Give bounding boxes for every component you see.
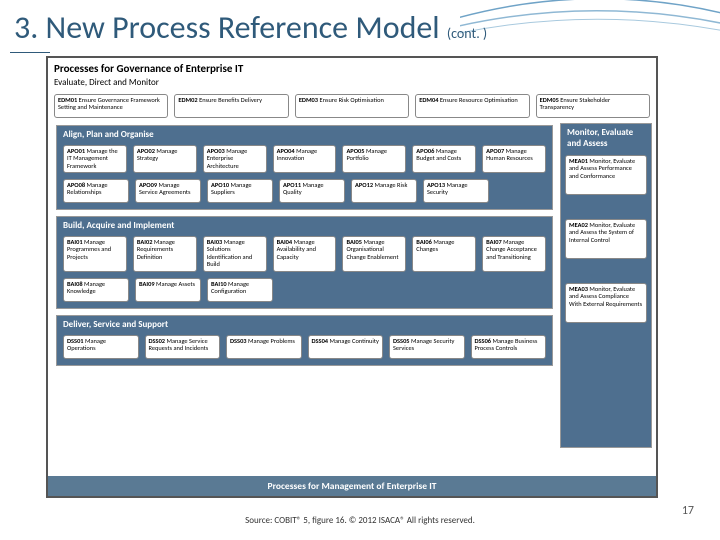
process-box: APO04 Manage Innovation [273,145,337,173]
process-model-diagram: Processes for Governance of Enterprise I… [46,56,658,498]
process-box: APO08 Manage Relationships [63,179,129,203]
process-box: BAI07 Manage Change Acceptance and Trans… [482,236,546,271]
apo-row1: APO01 Manage the IT Management Framework… [57,142,552,176]
bai-row2: BAI08 Manage KnowledgeBAI09 Manage Asset… [57,275,552,308]
governance-header: Processes for Governance of Enterprise I… [48,58,656,77]
edm-subtitle: Evaluate, Direct and Monitor [48,77,656,91]
process-box: APO03 Manage Enterprise Architecture [203,145,267,173]
process-box: BAI06 Manage Changes [412,236,476,271]
process-box: EDM04 Ensure Resource Optimisation [415,94,529,118]
process-box: APO10 Manage Suppliers [207,179,273,203]
process-box: DSS04 Manage Continuity [308,335,384,359]
process-box: EDM01 Ensure Governance Framework Settin… [54,94,168,118]
process-box: APO06 Manage Budget and Costs [412,145,476,173]
process-box: MEA01 Monitor, Evaluate and Assess Perfo… [565,155,647,195]
process-box: BAI09 Manage Assets [135,278,201,302]
process-box: EDM02 Ensure Benefits Delivery [174,94,288,118]
decorative-swoosh [460,0,720,55]
process-box: APO02 Manage Strategy [133,145,197,173]
page-number: 17 [682,504,694,518]
process-box: DSS05 Manage Security Services [389,335,465,359]
process-box: APO05 Manage Portfolio [342,145,406,173]
title-text: 3. New Process Reference Model [14,8,440,47]
process-box: APO11 Manage Quality [279,179,345,203]
process-box: APO07 Manage Human Resources [482,145,546,173]
dss-row1: DSS01 Manage OperationsDSS02 Manage Serv… [57,332,552,365]
apo-domain: Align, Plan and Organise APO01 Manage th… [56,125,553,210]
process-box: APO13 Manage Security [423,179,489,203]
mea-title: Monitor, Evaluate and Assess [561,124,651,151]
process-box: DSS01 Manage Operations [63,335,139,359]
process-box: BAI02 Manage Requirements Definition [133,236,197,271]
apo-row2: APO08 Manage RelationshipsAPO09 Manage S… [57,176,552,209]
process-box: BAI01 Manage Programmes and Projects [63,236,127,271]
bai-title: Build, Acquire and Implement [57,217,552,233]
process-box: BAI08 Manage Knowledge [63,278,129,302]
process-box: BAI04 Manage Availability and Capacity [273,236,337,271]
management-footer: Processes for Management of Enterprise I… [48,476,656,496]
title-underline [10,52,50,53]
slide-title: 3. New Process Reference Model (cont. ) [14,8,487,47]
process-box: DSS03 Manage Problems [226,335,302,359]
dss-domain: Deliver, Service and Support DSS01 Manag… [56,315,553,366]
mea-domain: Monitor, Evaluate and Assess MEA01 Monit… [560,123,652,448]
process-box: DSS06 Manage Business Process Controls [471,335,547,359]
process-box: APO09 Manage Service Agreements [135,179,201,203]
apo-title: Align, Plan and Organise [57,126,552,142]
process-box: BAI10 Manage Configuration [207,278,273,302]
edm-row: EDM01 Ensure Governance Framework Settin… [48,91,656,121]
bai-row1: BAI01 Manage Programmes and ProjectsBAI0… [57,233,552,274]
process-box: APO01 Manage the IT Management Framework [63,145,127,173]
process-box: APO12 Manage Risk [351,179,417,203]
dss-title: Deliver, Service and Support [57,316,552,332]
process-box: MEA02 Monitor, Evaluate and Assess the S… [565,219,647,259]
process-box: BAI05 Manage Organisational Change Enabl… [342,236,406,271]
bai-domain: Build, Acquire and Implement BAI01 Manag… [56,216,553,308]
process-box: EDM05 Ensure Stakeholder Transparency [536,94,650,118]
process-box: MEA03 Monitor, Evaluate and Assess Compl… [565,283,647,323]
process-box: BAI03 Manage Solutions Identification an… [203,236,267,271]
process-box: EDM03 Ensure Risk Optimisation [295,94,409,118]
process-box: DSS02 Manage Service Requests and Incide… [145,335,221,359]
source-citation: Source: COBIT® 5, figure 16. © 2012 ISAC… [0,515,720,526]
title-cont: (cont. ) [447,25,487,42]
